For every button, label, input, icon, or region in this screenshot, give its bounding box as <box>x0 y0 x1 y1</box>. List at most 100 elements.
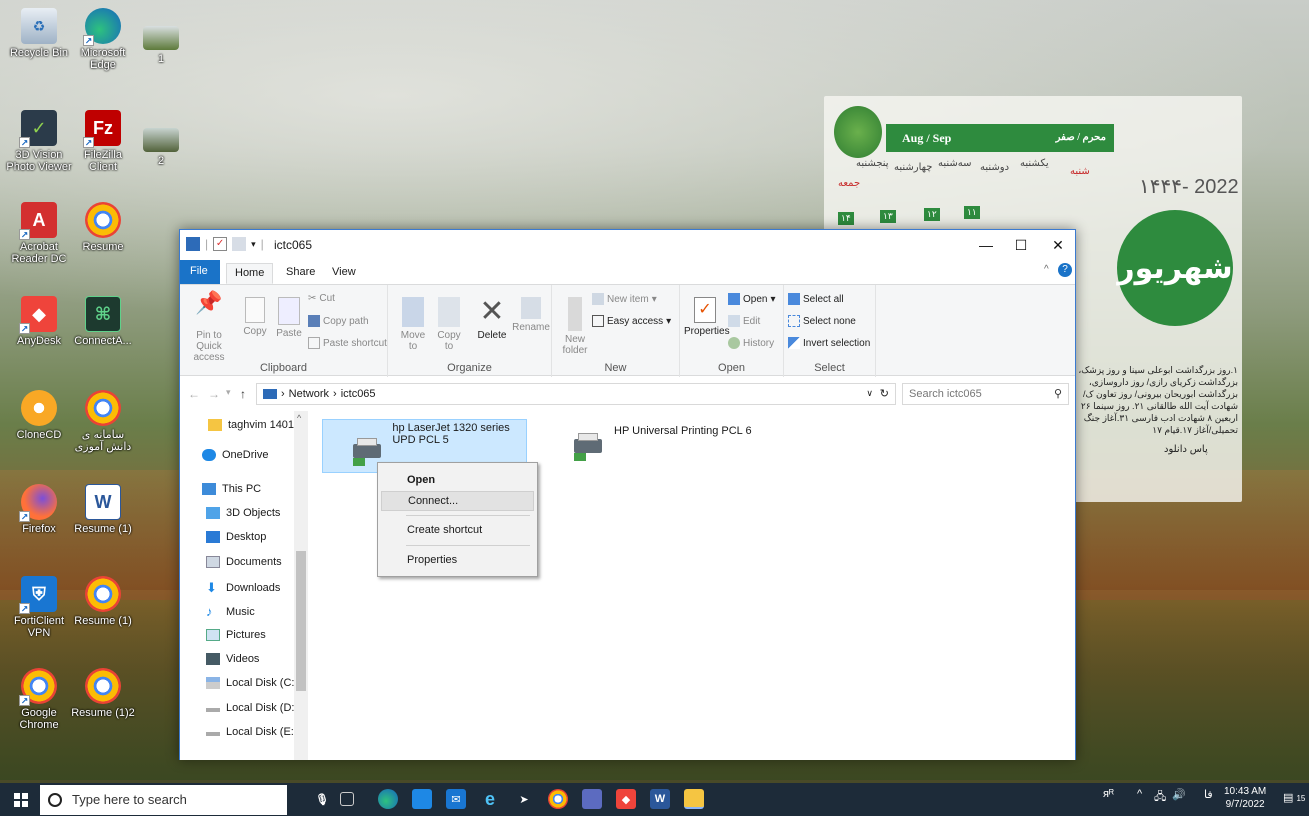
desktop-icon-resume-1b[interactable]: Resume (1) <box>70 576 136 627</box>
edit-button[interactable]: Edit <box>728 315 760 327</box>
app-icon[interactable]: ➤ <box>514 789 534 809</box>
paste-shortcut-button[interactable]: Paste shortcut <box>308 337 387 349</box>
desktop-icon-recycle-bin[interactable]: ♻ Recycle Bin <box>6 8 72 59</box>
help-icon[interactable]: ? <box>1058 263 1072 277</box>
edge-icon[interactable] <box>378 789 398 809</box>
word-icon[interactable]: W <box>650 789 670 809</box>
nav-item-local-disk-d[interactable]: Local Disk (D:) <box>206 702 298 714</box>
tab-home[interactable]: Home <box>226 263 274 284</box>
properties-button[interactable]: ✓ Properties <box>684 297 730 337</box>
desktop-icon-2[interactable]: 2 <box>128 128 194 167</box>
nav-scrollbar[interactable]: ^ <box>294 411 308 760</box>
file-explorer-icon[interactable] <box>684 789 704 809</box>
taskbar-search-box[interactable]: Type here to search <box>40 785 287 815</box>
desktop-icon-acrobat[interactable]: A ↗ Acrobat Reader DC <box>6 202 72 265</box>
desktop-icon-filezilla[interactable]: Fz ↗ FileZilla Client <box>70 110 136 173</box>
desktop-icon-1[interactable]: 1 <box>128 26 194 65</box>
network-tray-icon[interactable]: 🖧 <box>1154 788 1166 807</box>
nav-item-onedrive[interactable]: OneDrive <box>202 449 268 461</box>
up-arrow-icon[interactable]: ↑ <box>240 387 246 401</box>
breadcrumb-ictc065[interactable]: ictc065 <box>341 388 376 400</box>
rename-button[interactable]: Rename <box>512 297 550 333</box>
desktop-icon-firefox[interactable]: ↗ Firefox <box>6 484 72 535</box>
desktop-icon-3d-vision[interactable]: ✓ ↗ 3D Vision Photo Viewer <box>6 110 72 173</box>
microphone-icon[interactable]: 🎙 <box>312 789 332 809</box>
nav-item-taghvim[interactable]: taghvim 1401 <box>208 419 294 431</box>
snipping-tool-icon[interactable] <box>582 789 602 809</box>
select-none-button[interactable]: Select none <box>788 315 856 327</box>
notification-icon[interactable]: ▤ 15 <box>1283 791 1305 804</box>
desktop-icon-resume-1[interactable]: W Resume (1) <box>70 484 136 535</box>
mail-icon[interactable]: ✉ <box>446 789 466 809</box>
desktop-icon-clonecd[interactable]: CloneCD <box>6 390 72 441</box>
scroll-up-icon[interactable]: ^ <box>297 413 301 423</box>
new-folder-button[interactable]: New folder <box>558 297 592 356</box>
pin-quick-access-button[interactable]: 📌 Pin to Quick access <box>184 292 234 364</box>
tab-view[interactable]: View <box>324 263 364 284</box>
nav-item-3d-objects[interactable]: 3D Objects <box>206 507 280 519</box>
collapse-ribbon-icon[interactable]: ^ <box>1044 264 1049 275</box>
desktop-icon-edge[interactable]: ↗ Microsoft Edge <box>70 8 136 71</box>
desktop-icon-student-system[interactable]: سامانه ی دانش آموزی <box>70 390 136 453</box>
nav-item-downloads[interactable]: ⬇ Downloads <box>206 580 280 596</box>
properties-check-icon[interactable]: ✓ <box>213 237 228 251</box>
menu-item-open[interactable]: Open <box>381 471 534 491</box>
menu-item-create-shortcut[interactable]: Create shortcut <box>381 521 534 541</box>
nav-item-local-disk-c[interactable]: Local Disk (C:) <box>206 677 298 689</box>
paste-button[interactable]: Paste <box>274 297 304 339</box>
copy-path-button[interactable]: Copy path <box>308 315 369 327</box>
scroll-thumb[interactable] <box>296 551 306 691</box>
invert-selection-button[interactable]: Invert selection <box>788 337 870 349</box>
windows-start-icon[interactable] <box>14 793 28 807</box>
refresh-icon[interactable]: ↻ <box>880 387 889 400</box>
delete-button[interactable]: ✕ Delete <box>472 297 512 342</box>
move-to-button[interactable]: Move to <box>396 297 430 352</box>
new-folder-icon[interactable] <box>232 237 247 251</box>
history-button[interactable]: History <box>728 337 774 349</box>
back-arrow-icon[interactable]: ← <box>188 387 200 401</box>
task-view-icon[interactable] <box>340 792 354 806</box>
customize-qat-icon[interactable]: ▾ <box>251 239 256 250</box>
tab-file[interactable]: File <box>180 260 220 284</box>
printer-item-hp-universal[interactable]: HP Universal Printing PCL 6 <box>564 421 804 461</box>
cut-button[interactable]: ✂ Cut <box>308 293 335 304</box>
desktop-icon-connecta[interactable]: ⌘ ConnectA... <box>70 296 136 347</box>
anydesk-icon[interactable]: ◆ <box>616 789 636 809</box>
search-input[interactable]: Search ictc065 ⚲ <box>902 383 1069 405</box>
tab-share[interactable]: Share <box>278 263 323 284</box>
people-icon[interactable]: ᴙᴿ <box>1103 788 1114 800</box>
nav-item-documents[interactable]: Documents <box>206 556 282 568</box>
nav-item-local-disk-e[interactable]: Local Disk (E:) <box>206 726 298 738</box>
file-explorer-window[interactable]: | ✓ ▾ | ictc065 — ☐ ✕ File Home Share Vi… <box>179 229 1076 760</box>
chevron-up-icon[interactable]: ^ <box>1137 788 1142 800</box>
language-indicator[interactable]: فا <box>1204 788 1213 801</box>
nav-item-desktop[interactable]: Desktop <box>206 531 266 543</box>
copy-button[interactable]: Copy <box>240 297 270 337</box>
volume-icon[interactable]: 🔊 <box>1172 788 1186 801</box>
title-bar[interactable]: | ✓ ▾ | ictc065 — ☐ ✕ <box>180 230 1075 260</box>
forward-arrow-icon[interactable]: → <box>208 387 220 401</box>
nav-item-this-pc[interactable]: This PC <box>202 483 261 495</box>
chrome-icon[interactable] <box>548 789 568 809</box>
desktop-icon-google-chrome[interactable]: ↗ Google Chrome <box>6 668 72 731</box>
address-dropdown-icon[interactable]: ∨ <box>866 388 873 399</box>
new-item-button[interactable]: New item ▾ <box>592 293 657 305</box>
desktop-icon-resume[interactable]: Resume <box>70 202 136 253</box>
clock[interactable]: 10:43 AM 9/7/2022 <box>1224 785 1266 811</box>
menu-item-connect[interactable]: Connect... <box>381 491 534 511</box>
address-bar[interactable]: › Network › ictc065 ∨ ↻ <box>256 383 896 405</box>
nav-item-music[interactable]: ♪ Music <box>206 604 255 619</box>
recent-locations-icon[interactable]: ▾ <box>226 387 231 398</box>
nav-item-pictures[interactable]: Pictures <box>206 629 266 641</box>
copy-to-button[interactable]: Copy to <box>432 297 466 352</box>
menu-item-properties[interactable]: Properties <box>381 551 534 571</box>
desktop-icon-anydesk[interactable]: ◆ ↗ AnyDesk <box>6 296 72 347</box>
nav-item-videos[interactable]: Videos <box>206 653 259 665</box>
desktop-icon-forticlient[interactable]: ⛨ ↗ FortiClient VPN <box>6 576 72 639</box>
close-button[interactable]: ✕ <box>1035 230 1081 260</box>
internet-explorer-icon[interactable]: e <box>480 789 500 809</box>
select-all-button[interactable]: Select all <box>788 293 844 305</box>
desktop-icon-resume-12[interactable]: Resume (1)2 <box>70 668 136 719</box>
open-button[interactable]: Open ▾ <box>728 293 776 305</box>
breadcrumb-network[interactable]: Network <box>289 388 329 400</box>
